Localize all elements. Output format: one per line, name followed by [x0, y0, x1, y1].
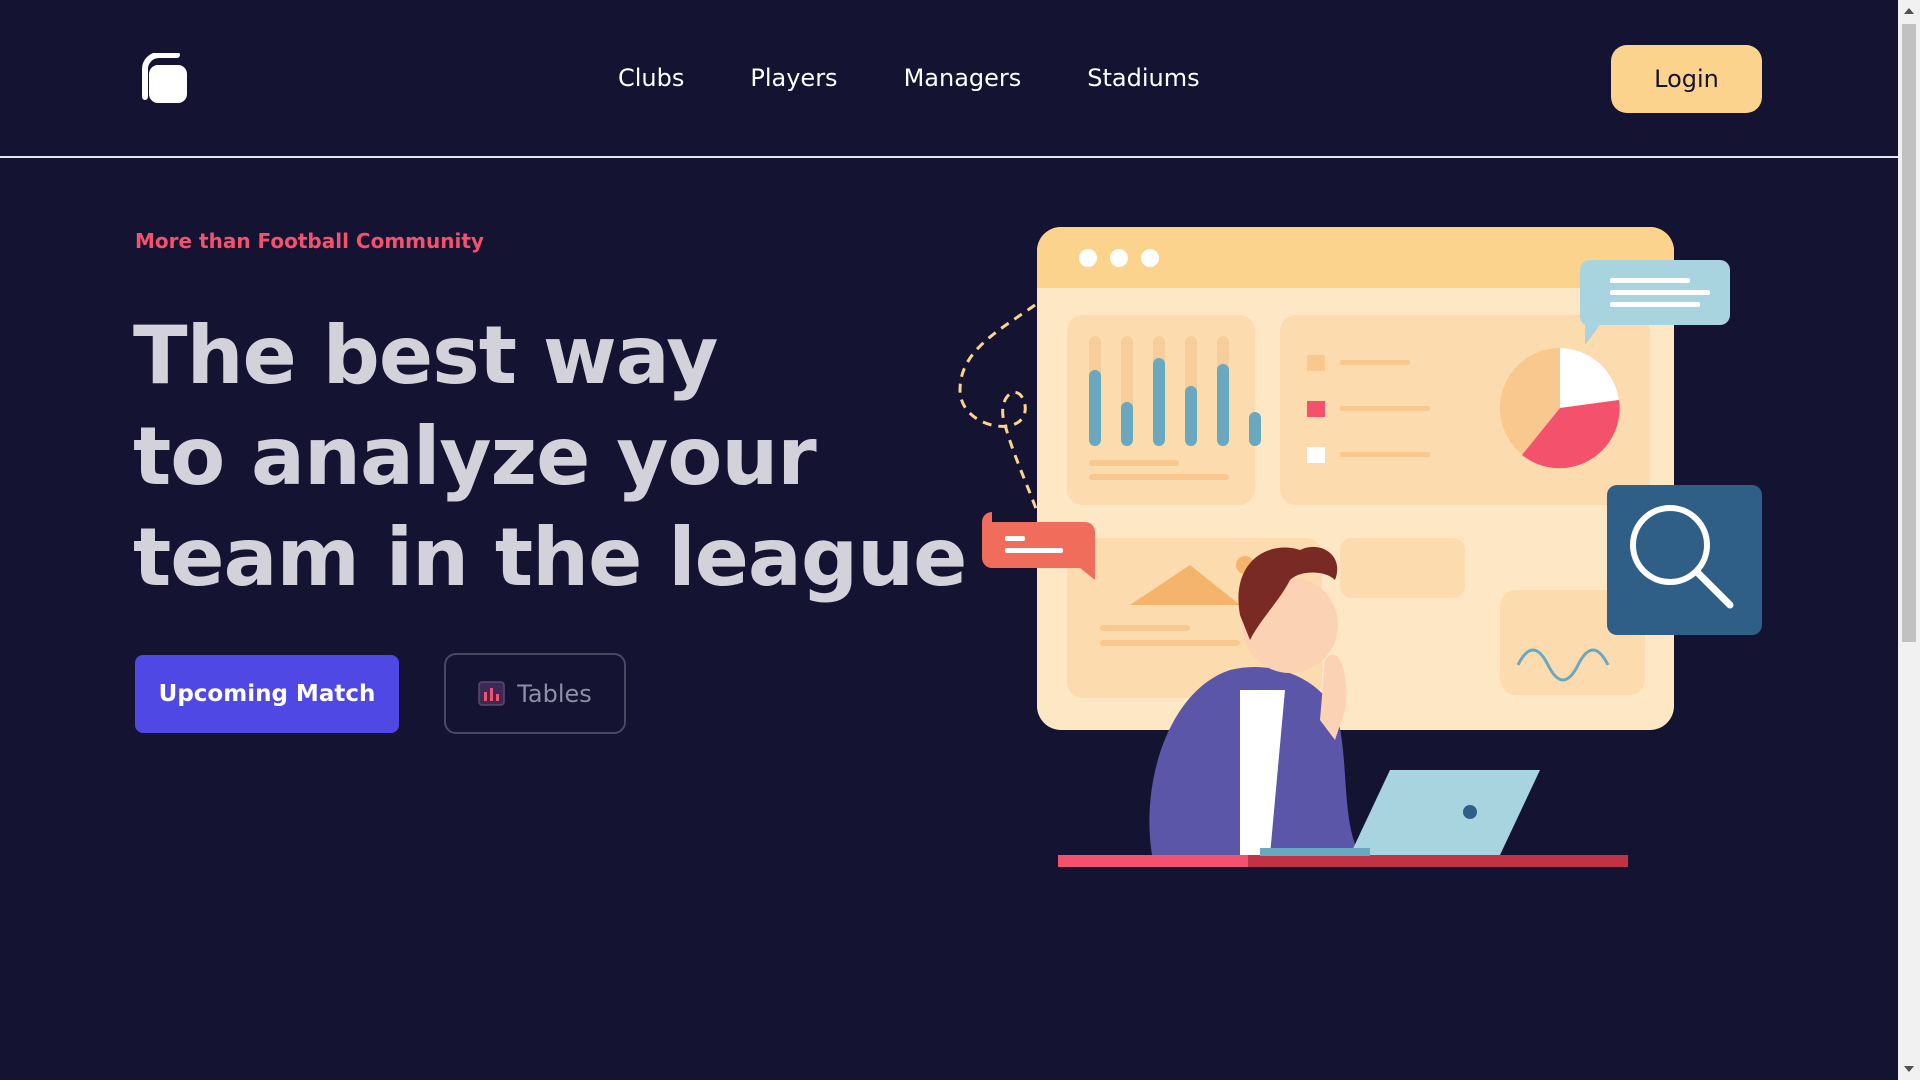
hero-headline: The best way to analyze your team in the…	[133, 305, 973, 608]
app-logo-icon[interactable]	[135, 53, 192, 106]
headline-line-3: team in the league	[133, 511, 967, 604]
nav-link-managers[interactable]: Managers	[904, 62, 1022, 94]
main-nav: Clubs Players Managers Stadiums	[618, 62, 1266, 94]
tables-button-label: Tables	[517, 679, 592, 708]
scroll-up-icon[interactable]	[1904, 8, 1914, 14]
upcoming-match-button[interactable]: Upcoming Match	[135, 655, 399, 733]
site-header: Clubs Players Managers Stadiums Login	[0, 0, 1898, 158]
scroll-thumb[interactable]	[1902, 24, 1916, 642]
page: Clubs Players Managers Stadiums Login Mo…	[0, 0, 1898, 1080]
page-scrollbar[interactable]	[1898, 0, 1920, 1080]
login-button[interactable]: Login	[1611, 45, 1762, 113]
hero-eyebrow: More than Football Community	[135, 229, 484, 253]
analytics-dashboard-illustration	[958, 227, 1762, 867]
scroll-down-icon[interactable]	[1904, 1066, 1914, 1072]
tables-button[interactable]: Tables	[444, 653, 626, 734]
headline-line-2: to analyze your	[133, 410, 817, 503]
nav-link-clubs[interactable]: Clubs	[618, 62, 684, 94]
nav-link-players[interactable]: Players	[750, 62, 837, 94]
headline-line-1: The best way	[133, 309, 718, 402]
bar-chart-icon	[478, 681, 505, 706]
nav-link-stadiums[interactable]: Stadiums	[1087, 62, 1199, 94]
